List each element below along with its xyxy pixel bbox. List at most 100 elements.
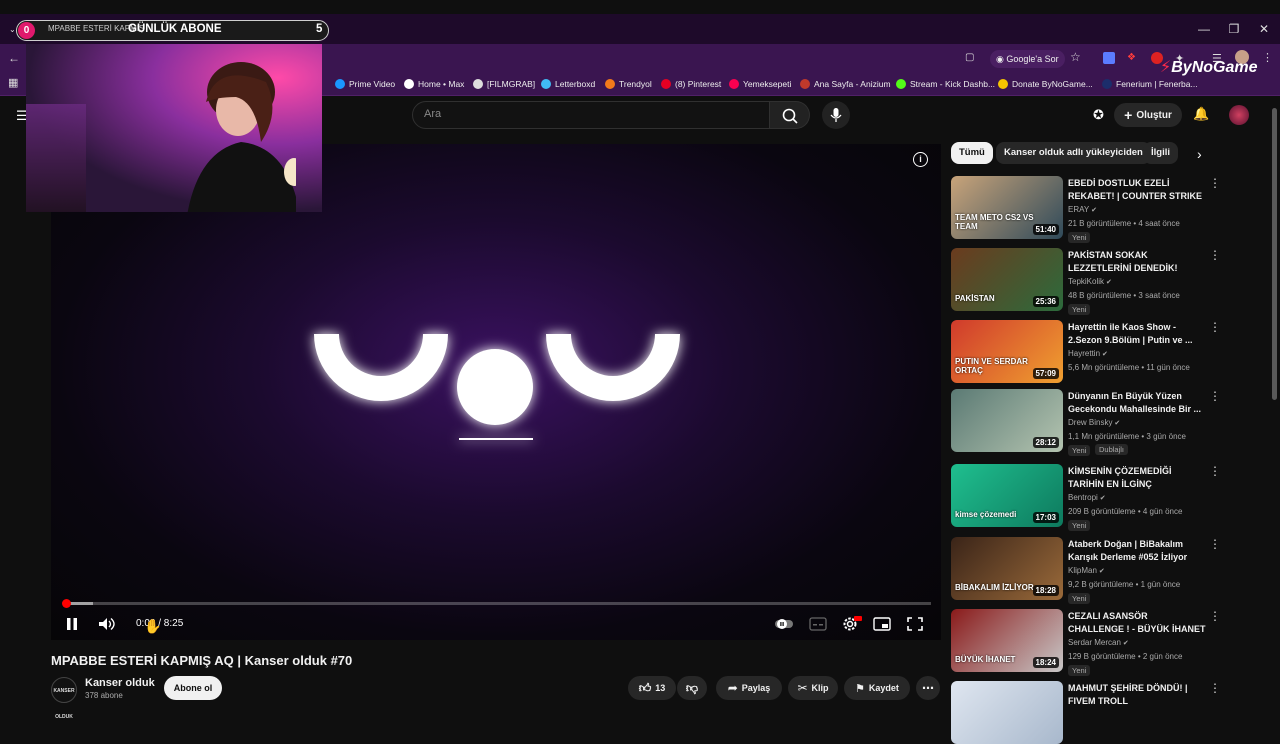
recommendation-channel[interactable]: TepkiKolik ✔ [1068,277,1112,286]
scrollbar-thumb[interactable] [1272,108,1277,400]
more-vertical-icon[interactable]: ⋮ [1209,389,1221,403]
autoplay-toggle[interactable] [774,615,794,633]
google-lens-button[interactable]: ◉ Google'a Sor [990,50,1065,68]
search-input[interactable] [412,101,770,129]
apps-grid-icon[interactable]: ▦ [8,76,18,89]
scrubber-handle[interactable] [61,599,71,608]
bookmark-item[interactable]: Letterboxd [541,76,595,92]
dislike-button[interactable]: 👎︎ [677,676,707,700]
video-duration-badge: 17:03 [1032,512,1059,523]
extension-icon[interactable]: ❖ [1127,52,1139,64]
video-player[interactable]: i [51,144,941,640]
recommendation-thumbnail[interactable]: BÜYÜK İHANET 18:24 [951,609,1063,672]
info-icon[interactable]: i [913,152,928,167]
bookmark-item[interactable]: Ana Sayfa - Anizium [800,76,891,92]
browser-menu-icon[interactable]: ⋮ [1262,51,1273,64]
bookmark-item[interactable]: Fenerium | Fenerba... [1102,76,1198,92]
recommendation-channel[interactable]: Bentropi ✔ [1068,493,1106,502]
channel-name-label: Bentropi [1068,493,1098,502]
bookmark-favicon-icon [404,79,414,89]
bookmark-item[interactable]: Prime Video [335,76,395,92]
minimize-icon[interactable]: — [1194,20,1214,38]
bookmark-star-icon[interactable]: ☆ [1070,50,1081,64]
recommendation-title[interactable]: PAKİSTAN SOKAK LEZZETLERİNİ DENEDİK! [1068,249,1206,274]
account-avatar[interactable] [1229,105,1249,125]
channel-name-label: TepkiKolik [1068,277,1105,286]
recommendation-thumbnail[interactable]: BİBAKALIM İZLİYOR 18:28 [951,537,1063,600]
save-button[interactable]: ⚑ Kaydet [844,676,910,700]
more-vertical-icon[interactable]: ⋮ [1209,176,1221,190]
chip-from-uploader[interactable]: Kanser olduk adlı yükleyiciden [996,142,1151,164]
search-button[interactable] [770,101,810,129]
subtitles-button[interactable] [808,615,828,633]
recommendation-thumbnail[interactable]: PAKİSTAN 25:36 [951,248,1063,311]
recommendation-thumbnail[interactable]: TEAM METO CS2 VS TEAM 51:40 [951,176,1063,239]
bookmark-item[interactable]: Yemeksepeti [729,76,791,92]
more-vertical-icon[interactable]: ⋮ [1209,681,1221,695]
more-actions-button[interactable]: ⋯ [916,676,940,700]
recommendation-thumbnail[interactable] [951,681,1063,744]
recommendation-title[interactable]: Dünyanın En Büyük Yüzen Gecekondu Mahall… [1068,390,1206,415]
bookmark-item[interactable]: Stream - Kick Dashb... [896,76,995,92]
recommendation-channel[interactable]: Serdar Mercan ✔ [1068,638,1129,647]
back-icon[interactable]: ← [8,51,20,65]
bookmark-item[interactable]: [FILMGRAB] [473,76,535,92]
thumbnail-caption: kimse çözemedi [955,510,1017,519]
create-button[interactable]: + Oluştur [1114,103,1182,127]
fullscreen-button[interactable] [905,615,925,633]
subscribe-button[interactable]: Abone ol [164,676,222,700]
chip-all[interactable]: Tümü [951,142,993,164]
chevron-right-icon[interactable]: › [1197,146,1202,162]
recommendation-title[interactable]: Hayrettin ile Kaos Show - 2.Sezon 9.Bölü… [1068,321,1206,346]
recommendation-channel[interactable]: Drew Binsky ✔ [1068,418,1120,427]
thumbnail-caption: TEAM METO CS2 VS TEAM [955,213,1034,231]
bookmark-favicon-icon [998,79,1008,89]
more-vertical-icon[interactable]: ⋮ [1209,320,1221,334]
miniplayer-button[interactable] [872,615,892,633]
thumbs-up-icon: 👍︎ [638,680,652,695]
progress-bar[interactable] [63,602,931,605]
recommendation-thumbnail[interactable]: 28:12 [951,389,1063,452]
bookmark-item[interactable]: Donate ByNoGame... [998,76,1093,92]
bookmark-item[interactable]: Trendyol [605,76,652,92]
channel-name[interactable]: Kanser olduk [85,677,155,689]
recommendation-title[interactable]: Ataberk Doğan | BiBakalım Karışık Derlem… [1068,538,1206,563]
pause-button[interactable] [64,615,84,633]
bookmark-item[interactable]: Home • Max [404,76,464,92]
more-vertical-icon[interactable]: ⋮ [1209,248,1221,262]
recommendation-channel[interactable]: Hayrettin ✔ [1068,349,1108,358]
verified-check-icon: ✔ [1100,351,1108,358]
clip-button[interactable]: ✂ Klip [788,676,838,700]
lens-icon: ◉ [996,54,1007,64]
more-vertical-icon[interactable]: ⋮ [1209,464,1221,478]
share-button[interactable]: ➦ Paylaş [716,676,782,700]
recommendation-title[interactable]: MAHMUT ŞEHİRE DÖNDÜ! | FIVEM TROLL [1068,682,1206,707]
notifications-bell-icon[interactable]: 🔔 [1193,106,1209,122]
recommendation-thumbnail[interactable]: PUTIN VE SERDAR ORTAÇ 57:09 [951,320,1063,383]
voice-search-button[interactable] [822,101,850,129]
cast-icon[interactable]: ▢ [965,52,974,63]
recommendation-title[interactable]: KİMSENİN ÇÖZEMEDİĞİ TARİHİN EN İLGİNÇ KA… [1068,465,1206,491]
recommendation-channel[interactable]: KlipMan ✔ [1068,566,1105,575]
extension-translate-icon[interactable] [1103,52,1115,64]
close-icon[interactable]: ✕ [1254,20,1274,38]
settings-button[interactable] [840,615,862,633]
miniplayer-icon [873,617,891,631]
more-vertical-icon[interactable]: ⋮ [1209,609,1221,623]
recommendation-thumbnail[interactable]: kimse çözemedi 17:03 [951,464,1063,527]
volume-button[interactable] [97,615,117,633]
bookmark-label: Fenerium | Fenerba... [1116,79,1198,89]
like-button[interactable]: 👍︎ 13 [628,676,676,700]
recommendation-channel[interactable]: ERAY ✔ [1068,205,1097,214]
channel-avatar[interactable]: KANSER OLDUK [51,677,77,720]
bookmark-favicon-icon [1102,79,1112,89]
tab-search-icon[interactable]: ⌄ [9,25,16,34]
studio-icon[interactable]: ✪ [1093,107,1104,123]
bookmark-item[interactable]: (8) Pinterest [661,76,721,92]
more-vertical-icon[interactable]: ⋮ [1209,537,1221,551]
recommendation-title[interactable]: CEZALI ASANSÖR CHALLENGE ! - BÜYÜK İHANE… [1068,610,1206,635]
bynogame-logo: ⚡ByNoGame [1160,59,1258,76]
restore-icon[interactable]: ❐ [1224,20,1244,38]
chip-related[interactable]: İlgili [1143,142,1178,164]
recommendation-title[interactable]: EBEDİ DOSTLUK EZELİ REKABET! | COUNTER S… [1068,177,1206,203]
